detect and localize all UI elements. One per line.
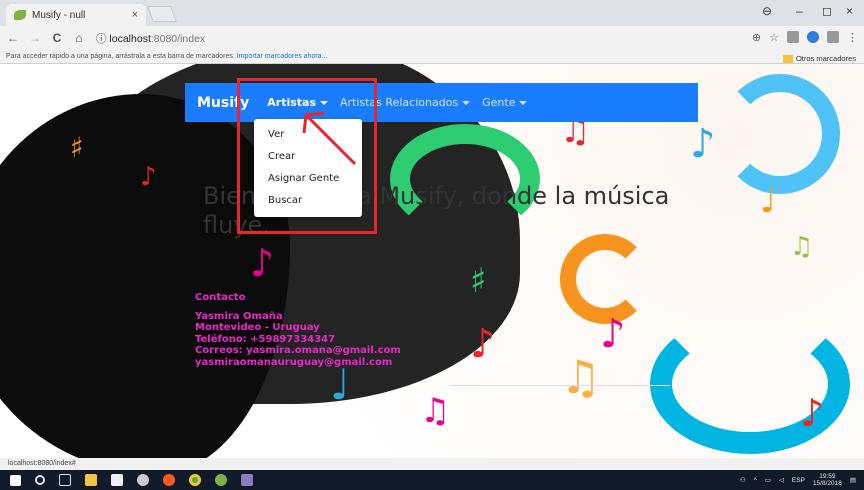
clock-date: 15/8/2018 <box>812 480 842 487</box>
status-bar: localhost:8080/index# <box>0 458 864 470</box>
music-note-icon: ♯ <box>470 261 487 301</box>
contact-section: Contacto Yasmira Omaña Montevideo - Urug… <box>195 292 401 368</box>
app-icon[interactable] <box>137 474 149 486</box>
home-icon[interactable]: ⌂ <box>70 31 88 45</box>
profile-icon[interactable]: ⊖ <box>762 4 772 18</box>
music-note-icon: ♪ <box>690 120 716 167</box>
system-tray: ⚇ ^ ▭ ◁ ESP 19:59 15/8/2018 ▤ <box>740 473 856 487</box>
tab-close-icon[interactable]: × <box>132 9 138 21</box>
address-bar: ← → C ⌂ ⓘ localhost:8080/index ⊕ ☆ ⋮ <box>0 26 864 50</box>
toolbar-right: ⊕ ☆ ⋮ <box>752 31 858 44</box>
windows-taskbar: ⚇ ^ ▭ ◁ ESP 19:59 15/8/2018 ▤ <box>0 470 864 490</box>
extension-icon[interactable] <box>807 31 819 43</box>
music-note-icon: ♪ <box>800 390 825 435</box>
musify-favicon-icon <box>14 10 26 20</box>
extension-icon[interactable] <box>827 31 839 43</box>
browser-tab[interactable]: Musify - null × <box>6 4 146 26</box>
music-note-icon: ♪ <box>600 310 626 357</box>
tray-chevron-icon[interactable]: ^ <box>754 477 757 484</box>
back-arrow-icon[interactable]: ← <box>4 31 22 45</box>
divider <box>450 385 670 386</box>
maximize-button[interactable]: ◻ <box>822 4 832 18</box>
file-explorer-icon[interactable] <box>85 474 97 486</box>
contact-email: Correos: yasmira.omana@gmail.com <box>195 345 401 356</box>
language-indicator[interactable]: ESP <box>792 477 805 484</box>
app-icon[interactable] <box>241 474 253 486</box>
bookmarks-hint: Para acceder rápido a una página, arrást… <box>6 53 235 60</box>
close-window-button[interactable]: × <box>846 4 853 18</box>
task-view-icon[interactable] <box>59 474 71 486</box>
music-note-icon: ♯ <box>70 131 84 164</box>
people-icon[interactable]: ⚇ <box>740 476 746 484</box>
browser-titlebar: Musify - null × ⊖ – ◻ × <box>0 0 864 26</box>
search-icon[interactable] <box>35 475 45 485</box>
bookmarks-bar: Para acceder rápido a una página, arrást… <box>0 50 864 64</box>
contact-name: Yasmira Omaña <box>195 310 283 322</box>
spring-app-icon[interactable] <box>215 474 227 486</box>
extension-icon[interactable] <box>787 31 799 43</box>
folder-icon <box>782 55 793 63</box>
url-host: localhost <box>109 32 151 45</box>
nav-label: Gente <box>482 96 516 109</box>
music-note-icon: ♪ <box>250 240 275 285</box>
contact-heading: Contacto <box>195 292 246 303</box>
contact-city: Montevideo - Uruguay <box>195 322 320 333</box>
clock-time: 19:59 <box>819 473 836 480</box>
tab-title: Musify - null <box>32 9 86 21</box>
clock[interactable]: 19:59 15/8/2018 <box>813 473 842 487</box>
contact-email-2: yasmiraomanauruguay@gmail.com <box>195 356 393 368</box>
decorative-swirl <box>720 74 840 194</box>
network-icon[interactable]: ▭ <box>765 476 771 484</box>
bookmark-star-icon[interactable]: ☆ <box>769 31 779 44</box>
annotation-arrow-icon <box>302 111 357 166</box>
caret-down-icon <box>519 100 528 105</box>
music-note-icon: ♩ <box>760 181 777 221</box>
caret-down-icon <box>462 100 471 105</box>
music-note-icon: ♩ <box>330 360 350 409</box>
minimize-button[interactable]: – <box>796 4 803 18</box>
page-content: ♯ ♪ ♫ ♪ ♩ ♫ ♪ ♫ ♪ ♩ ♪ ♯ ♪ ♫ Musify Artis… <box>0 64 864 458</box>
import-bookmarks-link[interactable]: Importar marcadores ahora... <box>237 53 328 60</box>
reload-icon[interactable]: C <box>48 31 66 45</box>
url-field[interactable]: ⓘ localhost:8080/index <box>96 31 205 46</box>
browser-menu-icon[interactable]: ⋮ <box>847 31 858 44</box>
chrome-icon[interactable] <box>189 474 201 486</box>
music-note-icon: ♫ <box>790 232 814 262</box>
store-icon[interactable] <box>111 474 123 486</box>
contact-phone: Teléfono: +59897334347 <box>195 333 336 345</box>
forward-arrow-icon[interactable]: → <box>26 31 44 45</box>
windows-start-icon[interactable] <box>10 474 21 486</box>
music-note-icon: ♫ <box>420 391 451 431</box>
notifications-icon[interactable]: ▤ <box>850 476 856 484</box>
firefox-icon[interactable] <box>163 474 175 486</box>
url-path: :8080/index <box>150 32 206 45</box>
new-tab-button[interactable] <box>147 6 177 22</box>
nav-item-gente[interactable]: Gente <box>482 96 528 109</box>
music-note-icon: ♫ <box>560 350 602 404</box>
volume-icon[interactable]: ◁ <box>779 476 784 484</box>
zoom-icon[interactable]: ⊕ <box>752 31 761 44</box>
music-note-icon: ♪ <box>140 162 157 192</box>
site-info-icon[interactable]: ⓘ <box>96 33 107 45</box>
music-note-icon: ♪ <box>470 320 496 367</box>
